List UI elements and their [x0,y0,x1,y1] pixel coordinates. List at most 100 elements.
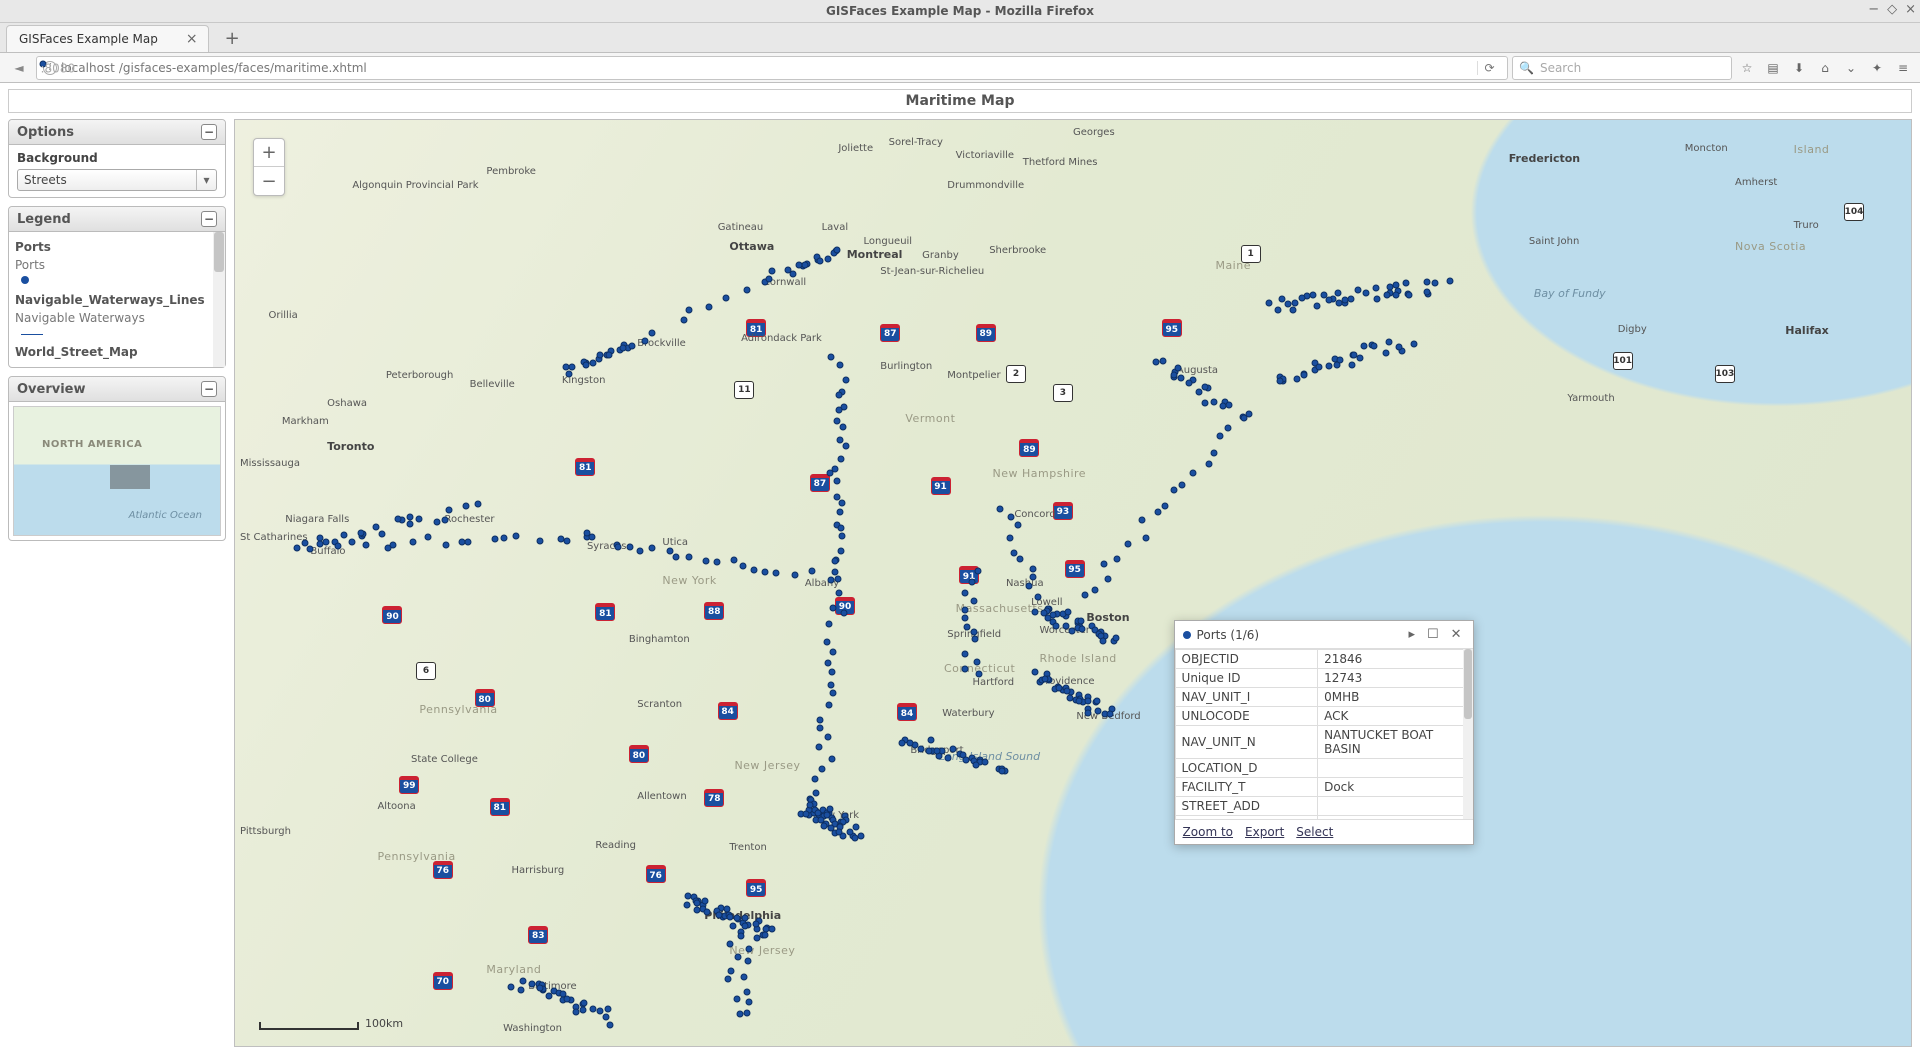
port-point[interactable] [407,521,414,528]
port-point[interactable] [1138,516,1145,523]
port-point[interactable] [819,765,826,772]
port-point[interactable] [945,754,952,761]
window-minimize-icon[interactable]: − [1868,2,1879,17]
port-point[interactable] [840,609,847,616]
port-point[interactable] [829,755,836,762]
port-point[interactable] [1325,297,1332,304]
port-point[interactable] [835,589,842,596]
port-point[interactable] [706,303,713,310]
port-point[interactable] [1210,449,1217,456]
port-point[interactable] [684,901,691,908]
map[interactable]: OttawaMontrealTorontoBostonPhiladelphiaF… [234,119,1912,1047]
port-point[interactable] [773,570,780,577]
port-point[interactable] [917,746,924,753]
port-point[interactable] [641,337,648,344]
port-point[interactable] [507,983,514,990]
port-point[interactable] [825,734,832,741]
port-point[interactable] [406,513,413,520]
port-point[interactable] [976,670,983,677]
port-point[interactable] [1411,341,1418,348]
port-point[interactable] [1084,697,1091,704]
port-point[interactable] [1034,594,1041,601]
port-point[interactable] [835,407,842,414]
port-point[interactable] [1334,289,1341,296]
port-point[interactable] [843,377,850,384]
port-point[interactable] [838,524,845,531]
popup-select-link[interactable]: Select [1296,825,1333,839]
port-point[interactable] [1201,399,1208,406]
port-point[interactable] [835,392,842,399]
port-point[interactable] [1431,279,1438,286]
port-point[interactable] [563,537,570,544]
port-point[interactable] [1424,288,1431,295]
port-point[interactable] [564,996,571,1003]
port-point[interactable] [1015,521,1022,528]
port-point[interactable] [962,614,969,621]
port-point[interactable] [1006,534,1013,541]
port-point[interactable] [728,968,735,975]
port-point[interactable] [1291,299,1298,306]
port-point[interactable] [1205,460,1212,467]
port-point[interactable] [1348,361,1355,368]
port-point[interactable] [1395,344,1402,351]
port-point[interactable] [395,515,402,522]
legend-panel-header[interactable]: Legend − [9,207,225,232]
port-point[interactable] [648,544,655,551]
menu-icon[interactable]: ≡ [1892,57,1914,79]
options-panel-header[interactable]: Options − [9,120,225,145]
port-point[interactable] [1124,540,1131,547]
port-point[interactable] [410,539,417,546]
port-point[interactable] [1313,303,1320,310]
port-point[interactable] [626,543,633,550]
port-point[interactable] [739,562,746,569]
port-point[interactable] [734,914,741,921]
port-point[interactable] [808,568,815,575]
port-point[interactable] [1178,481,1185,488]
tab-close-icon[interactable]: × [186,31,198,47]
popup-next-icon[interactable]: ▸ [1405,627,1418,642]
port-point[interactable] [528,981,535,988]
port-point[interactable] [754,934,761,941]
port-point[interactable] [826,702,833,709]
port-point[interactable] [465,539,472,546]
port-point[interactable] [964,623,971,630]
port-point[interactable] [761,931,768,938]
port-point[interactable] [745,958,752,965]
port-point[interactable] [738,932,745,939]
home-icon[interactable]: ⌂ [1814,57,1836,79]
port-point[interactable] [1354,287,1361,294]
port-point[interactable] [667,547,674,554]
port-point[interactable] [1042,675,1049,682]
port-point[interactable] [730,556,737,563]
port-point[interactable] [614,544,621,551]
port-point[interactable] [605,352,612,359]
port-point[interactable] [1315,363,1322,370]
port-point[interactable] [1299,294,1306,301]
port-point[interactable] [1152,359,1159,366]
port-point[interactable] [1447,278,1454,285]
window-maximize-icon[interactable]: ◇ [1887,2,1897,17]
port-point[interactable] [1075,697,1082,704]
port-point[interactable] [566,371,573,378]
port-point[interactable] [572,1008,579,1015]
port-point[interactable] [1154,509,1161,516]
port-point[interactable] [842,443,849,450]
url-bar[interactable]: i localhost:8080/gisfaces-examples/faces… [36,56,1508,80]
port-point[interactable] [803,810,810,817]
port-point[interactable] [1392,291,1399,298]
port-point[interactable] [825,659,832,666]
port-point[interactable] [837,548,844,555]
port-point[interactable] [1016,556,1023,563]
port-point[interactable] [829,669,836,676]
window-close-icon[interactable]: × [1905,2,1916,17]
collapse-icon[interactable]: − [201,211,217,227]
search-bar[interactable]: 🔍 Search [1512,56,1732,80]
collapse-icon[interactable]: − [201,124,217,140]
port-point[interactable] [969,578,976,585]
port-point[interactable] [829,690,836,697]
new-tab-button[interactable]: + [219,25,246,52]
port-point[interactable] [491,535,498,542]
port-point[interactable] [734,954,741,961]
port-point[interactable] [927,736,934,743]
port-point[interactable] [1392,281,1399,288]
